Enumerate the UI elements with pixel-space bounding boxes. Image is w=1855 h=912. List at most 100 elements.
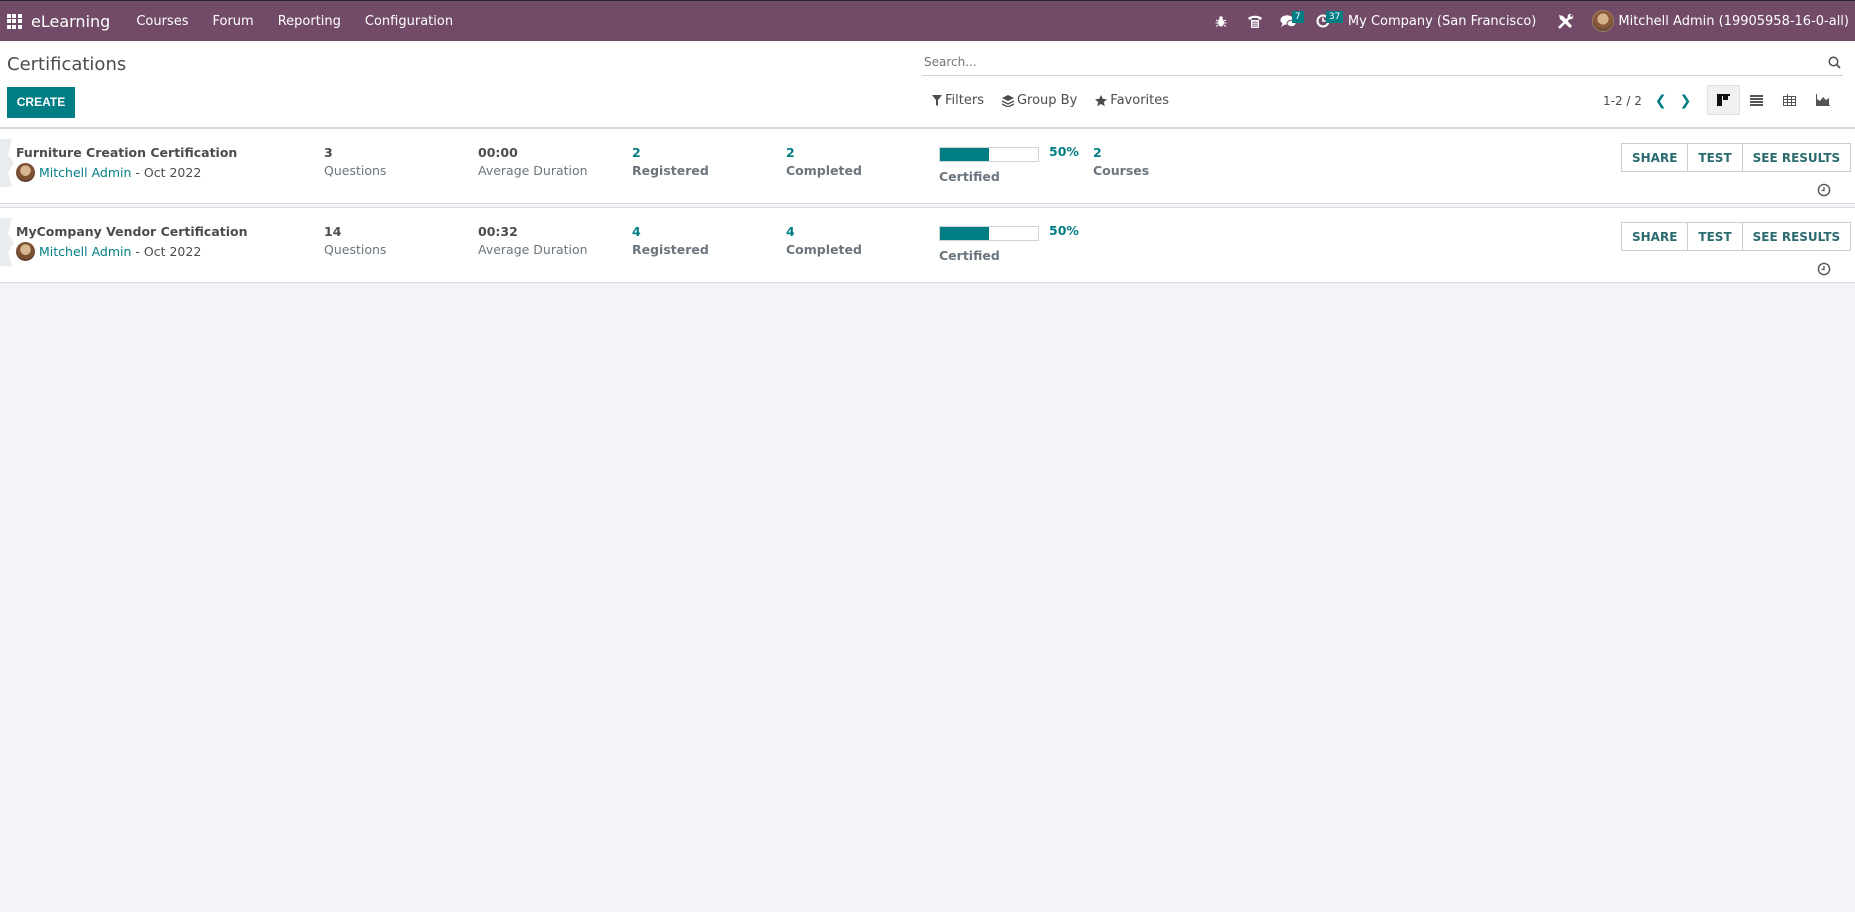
registered-value[interactable]: 4: [632, 224, 709, 242]
view-switcher: [1707, 85, 1839, 115]
phone-icon[interactable]: [1238, 1, 1272, 42]
completed-stat[interactable]: 4 Completed: [786, 224, 862, 257]
test-button[interactable]: TEST: [1687, 143, 1743, 172]
questions-stat: 14 Questions: [324, 224, 386, 257]
activity-clock-icon[interactable]: [1817, 183, 1831, 197]
list-icon: [1750, 94, 1763, 106]
activities-clock-icon[interactable]: 37: [1306, 1, 1344, 42]
groupby-button[interactable]: Group By: [1001, 93, 1077, 108]
author-name[interactable]: Mitchell Admin: [39, 244, 131, 259]
progress-bar: [939, 226, 1039, 241]
registered-label[interactable]: Registered: [632, 242, 709, 257]
test-button[interactable]: TEST: [1687, 222, 1743, 251]
favorites-button[interactable]: Favorites: [1095, 93, 1169, 108]
progress-fill: [940, 227, 989, 240]
certification-list: Furniture Creation Certification Mitchel…: [0, 128, 1855, 286]
filters-label: Filters: [945, 93, 984, 108]
certification-name[interactable]: MyCompany Vendor Certification: [16, 224, 248, 239]
page-title: Certifications: [7, 54, 127, 75]
avg-duration-value: 00:00: [478, 145, 518, 160]
area-chart-icon: [1815, 94, 1830, 106]
menu-courses[interactable]: Courses: [124, 14, 200, 29]
filters-button[interactable]: Filters: [932, 93, 984, 108]
certified-progress[interactable]: 50%: [939, 144, 1079, 162]
questions-label: Questions: [324, 163, 387, 178]
activities-badge: 37: [1325, 10, 1344, 23]
progress-fill: [940, 148, 989, 161]
registered-stat[interactable]: 2 Registered: [632, 145, 709, 178]
avg-duration-stat: 00:32 Average Duration: [478, 224, 588, 257]
tools-settings-icon[interactable]: [1548, 1, 1582, 42]
menu-forum[interactable]: Forum: [200, 14, 265, 29]
courses-stat[interactable]: 2 Courses: [1093, 145, 1149, 178]
author-avatar: [16, 163, 35, 182]
avg-duration-label: Average Duration: [478, 163, 588, 178]
search-options: Filters Group By Favorites: [932, 93, 1187, 108]
certification-card[interactable]: Furniture Creation Certification Mitchel…: [0, 128, 1855, 204]
table-icon: [1783, 94, 1796, 106]
registered-value[interactable]: 2: [632, 145, 709, 163]
create-button[interactable]: CREATE: [7, 87, 75, 118]
separator: -: [131, 244, 144, 259]
questions-value: 3: [324, 145, 333, 160]
completed-value[interactable]: 2: [786, 145, 862, 163]
author-name[interactable]: Mitchell Admin: [39, 165, 131, 180]
certification-card[interactable]: MyCompany Vendor Certification Mitchell …: [0, 207, 1855, 283]
certified-label[interactable]: Certified: [939, 169, 1000, 184]
courses-label[interactable]: Courses: [1093, 163, 1149, 178]
search-input[interactable]: [922, 50, 1825, 74]
see-results-button[interactable]: SEE RESULTS: [1741, 143, 1852, 172]
avg-duration-stat: 00:00 Average Duration: [478, 145, 588, 178]
completed-label[interactable]: Completed: [786, 163, 862, 178]
messages-badge: 7: [1291, 10, 1304, 23]
company-switcher[interactable]: My Company (San Francisco): [1340, 14, 1548, 29]
share-button[interactable]: SHARE: [1621, 222, 1689, 251]
certification-author: Mitchell Admin - Oct 2022: [16, 163, 201, 182]
see-results-button[interactable]: SEE RESULTS: [1741, 222, 1852, 251]
certified-label[interactable]: Certified: [939, 248, 1000, 263]
pager-value[interactable]: 1-2 / 2: [1603, 94, 1642, 108]
certification-date: Oct 2022: [143, 244, 202, 259]
card-actions: SHARE TEST SEE RESULTS: [1621, 222, 1852, 251]
certified-progress[interactable]: 50%: [939, 223, 1079, 241]
kanban-view-button[interactable]: [1707, 85, 1740, 115]
pager-previous-icon[interactable]: ❮: [1655, 93, 1667, 109]
share-button[interactable]: SHARE: [1621, 143, 1689, 172]
pager: 1-2 / 2 ❮ ❯: [1603, 93, 1691, 109]
menu-configuration[interactable]: Configuration: [353, 14, 465, 29]
apps-menu-icon[interactable]: [3, 13, 25, 29]
registered-stat[interactable]: 4 Registered: [632, 224, 709, 257]
separator: -: [131, 165, 144, 180]
completed-label[interactable]: Completed: [786, 242, 862, 257]
registered-label[interactable]: Registered: [632, 163, 709, 178]
search-icon[interactable]: [1825, 52, 1843, 72]
certified-percent: 50%: [1049, 144, 1079, 159]
questions-value: 14: [324, 224, 342, 239]
courses-value[interactable]: 2: [1093, 145, 1149, 163]
questions-label: Questions: [324, 242, 387, 257]
certification-name[interactable]: Furniture Creation Certification: [16, 145, 237, 160]
certificate-watermark-icon: [0, 139, 14, 187]
certification-date: Oct 2022: [143, 165, 202, 180]
user-avatar: [1592, 10, 1615, 32]
control-panel: Certifications CREATE Filters Group By F…: [0, 41, 1855, 128]
app-name[interactable]: eLearning: [31, 12, 110, 31]
author-avatar: [16, 242, 35, 261]
completed-value[interactable]: 4: [786, 224, 862, 242]
debug-bug-icon[interactable]: [1204, 1, 1238, 42]
kanban-icon: [1717, 94, 1730, 106]
graph-view-button[interactable]: [1806, 85, 1839, 115]
certificate-watermark-icon: [0, 218, 14, 266]
search-bar: [922, 49, 1843, 76]
activity-clock-icon[interactable]: [1817, 262, 1831, 276]
avg-duration-value: 00:32: [478, 224, 518, 239]
star-icon: [1095, 94, 1108, 106]
messages-icon[interactable]: 7: [1272, 1, 1306, 42]
pager-next-icon[interactable]: ❯: [1680, 93, 1692, 109]
list-view-button[interactable]: [1740, 85, 1773, 115]
progress-bar: [939, 147, 1039, 162]
completed-stat[interactable]: 2 Completed: [786, 145, 862, 178]
menu-reporting[interactable]: Reporting: [266, 14, 353, 29]
pivot-view-button[interactable]: [1773, 85, 1806, 115]
user-menu[interactable]: Mitchell Admin (19905958-16-0-all): [1582, 10, 1849, 32]
